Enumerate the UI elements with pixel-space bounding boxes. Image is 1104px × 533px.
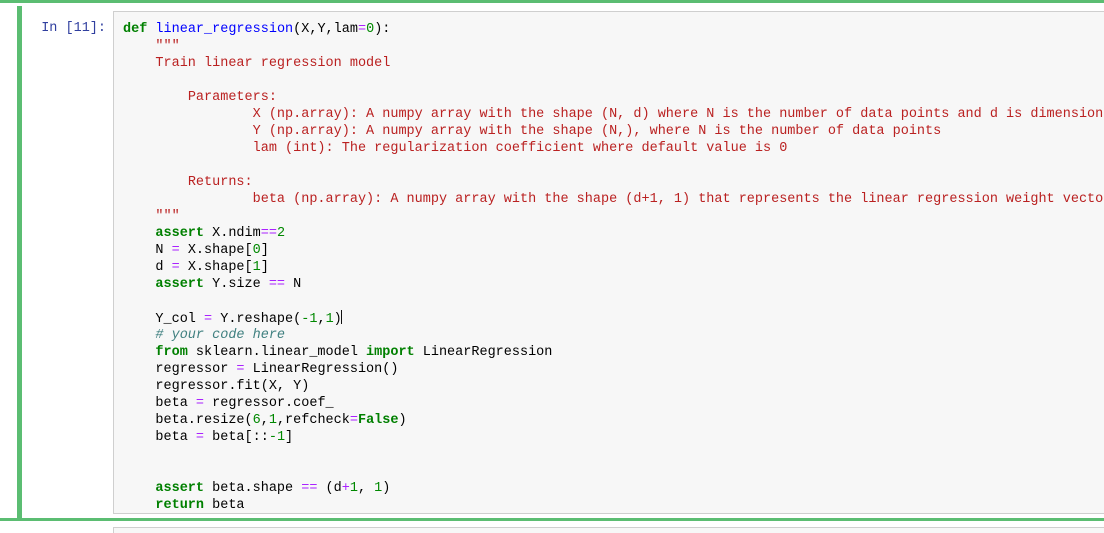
code-line: return beta xyxy=(155,498,245,513)
code-line: beta = regressor.coef_ xyxy=(123,396,334,411)
code-line: Train linear regression model xyxy=(155,56,391,71)
code-line: beta (np.array): A numpy array with the … xyxy=(252,192,1104,207)
code-line: d = X.shape[1] xyxy=(123,260,269,275)
code-line: assert beta.shape == (d+1, 1) xyxy=(155,481,391,496)
code-line: beta.resize(6,1,refcheck=False) xyxy=(123,413,407,428)
code-line: Returns: xyxy=(187,175,253,190)
code-source[interactable]: def linear_regression(X,Y,lam=0): """ Tr… xyxy=(123,21,1104,513)
jupyter-notebook-canvas: In [11]: def linear_regression(X,Y,lam=0… xyxy=(0,0,1104,533)
text-cursor xyxy=(340,310,342,324)
input-prompt-label: In [11]: xyxy=(41,21,106,36)
code-line: # your code here xyxy=(155,328,286,343)
code-line: X (np.array): A numpy array with the sha… xyxy=(252,107,1104,122)
code-line: regressor = LinearRegression() xyxy=(123,362,399,377)
code-editor[interactable]: def linear_regression(X,Y,lam=0): """ Tr… xyxy=(113,11,1104,514)
code-line: """ xyxy=(155,209,180,224)
code-line: regressor.fit(X, Y) xyxy=(123,379,310,394)
code-line: assert X.ndim==2 xyxy=(155,226,286,241)
next-code-cell[interactable] xyxy=(113,527,1104,533)
code-line: """ xyxy=(155,39,180,54)
code-line: assert Y.size == N xyxy=(155,277,302,292)
code-line: beta = beta[::-1] xyxy=(123,430,294,445)
code-line: lam (int): The regularization coefficien… xyxy=(252,141,788,156)
code-line: def linear_regression(X,Y,lam=0): xyxy=(123,22,391,37)
code-line: Parameters: xyxy=(187,90,277,105)
code-line: Y_col = Y.reshape(-1,1) xyxy=(123,310,342,327)
cell-selection-bar xyxy=(17,6,22,521)
code-line: N = X.shape[0] xyxy=(123,243,269,258)
code-line: from sklearn.linear_model import LinearR… xyxy=(155,345,553,360)
code-line: Y (np.array): A numpy array with the sha… xyxy=(252,124,942,139)
